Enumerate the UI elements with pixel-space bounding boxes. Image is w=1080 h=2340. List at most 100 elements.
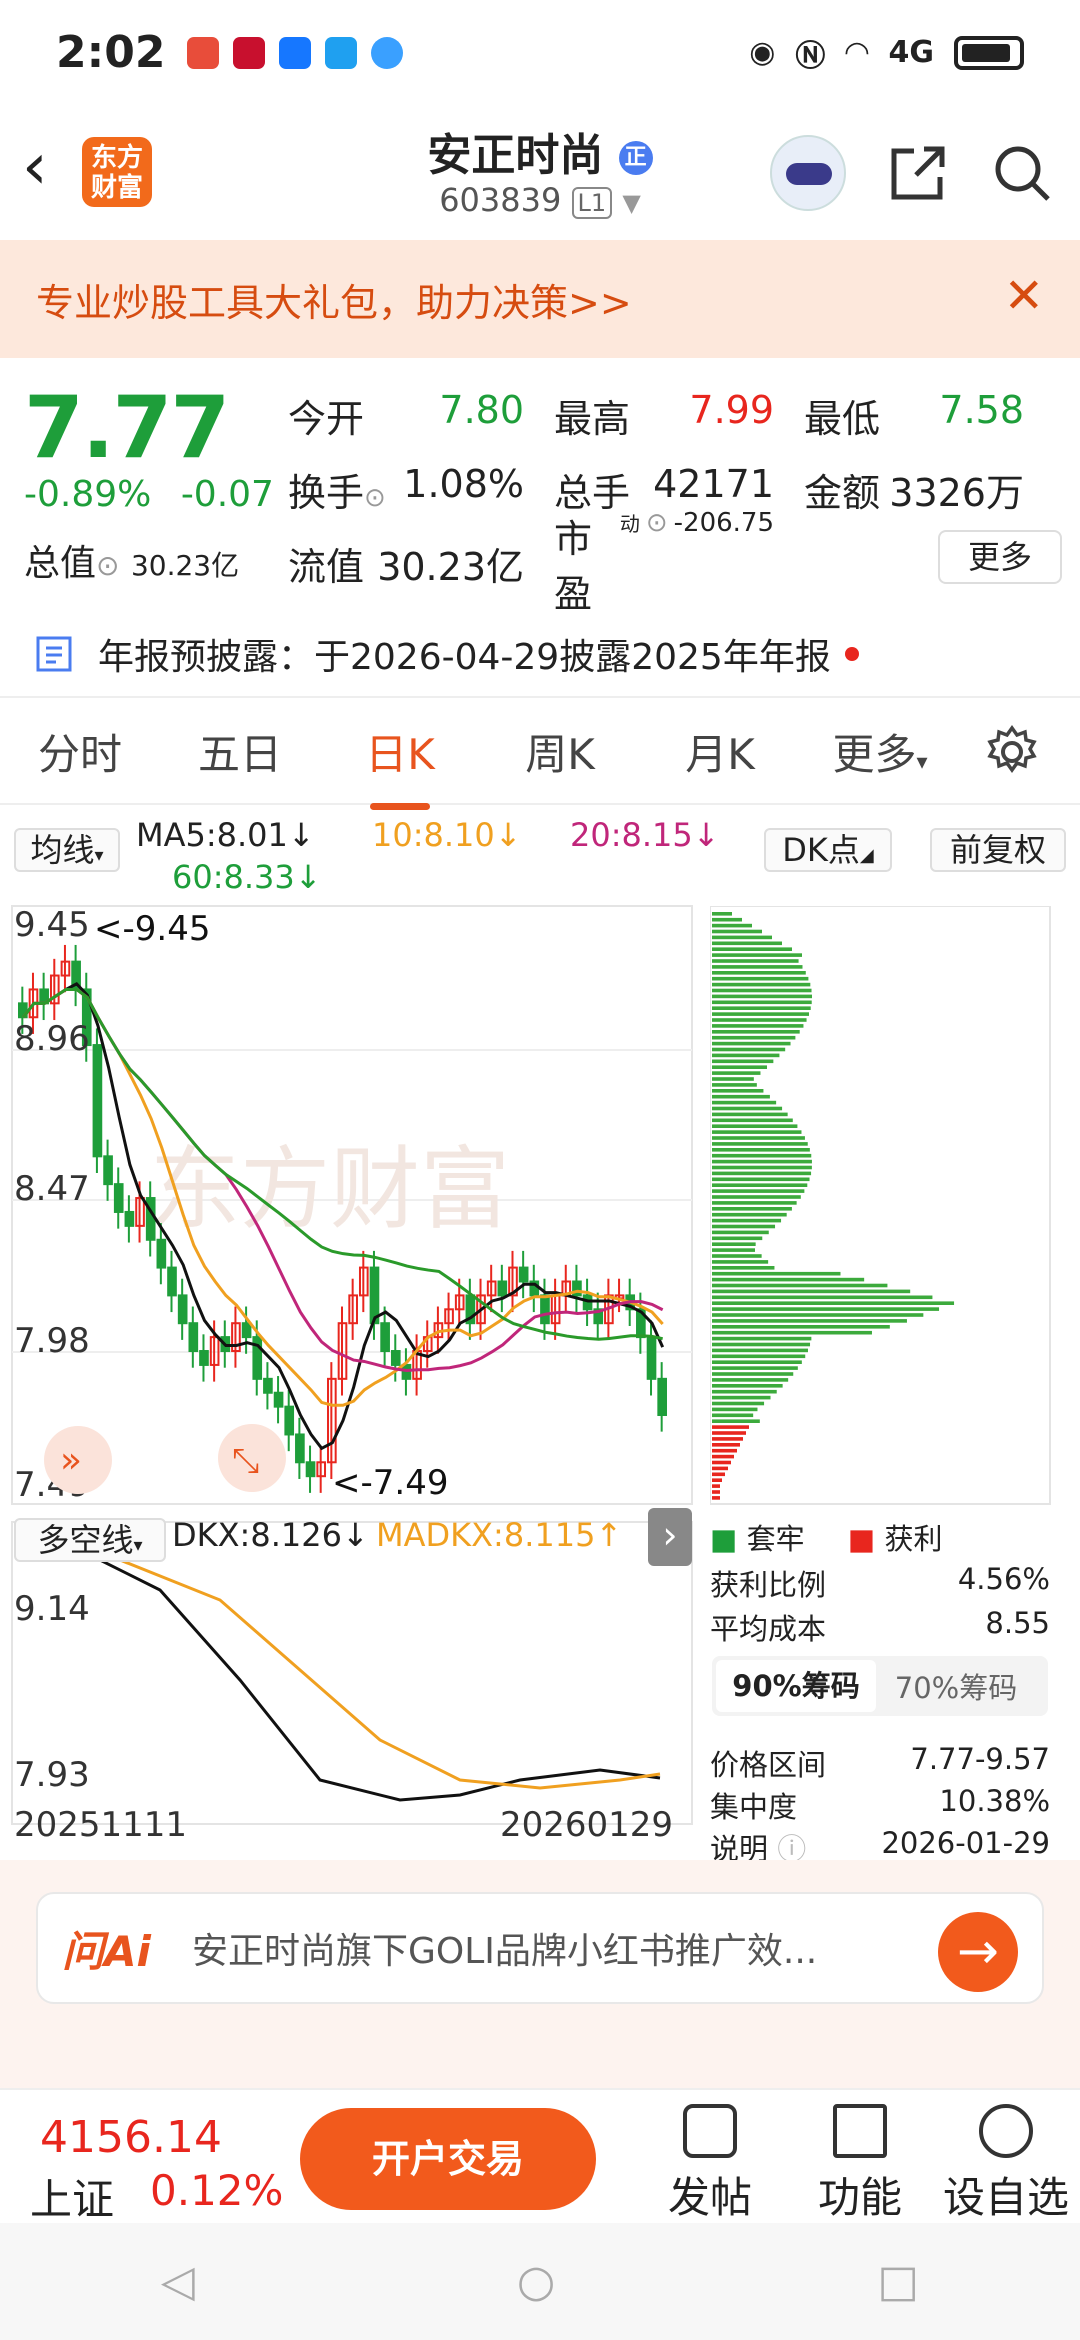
ai-suggestion-text: 安正时尚旗下GOLI品牌小红书推广效... [192, 1931, 818, 1972]
distribution-bar [712, 1030, 800, 1034]
more-button[interactable]: 更多 [938, 530, 1062, 584]
profit-ratio-label: 获利比例 [710, 1568, 827, 1602]
distribution-bar [712, 1059, 774, 1064]
distribution-bar [712, 965, 803, 969]
distribution-bar [712, 1301, 955, 1305]
hold-square-icon: ■ [710, 1522, 738, 1556]
dkx-selector[interactable]: 多空线▾ [14, 1518, 166, 1562]
distribution-bar [712, 1248, 756, 1252]
cloud-notification-icon [371, 36, 404, 69]
quote-row: 今开 7.80 最高 7.99 最低 7.58 [288, 378, 1060, 452]
total-value[interactable]: 总值⊙ 30.23亿 [24, 534, 239, 586]
nav-back-icon[interactable]: ◁ [161, 2256, 195, 2307]
app-notification-icon [187, 36, 220, 69]
low-label: 最低 [804, 396, 881, 441]
distribution-bar [712, 1212, 787, 1217]
function-button[interactable]: 功能 [790, 2104, 930, 2225]
candle [390, 1350, 401, 1366]
open-value: 7.80 [439, 387, 524, 432]
distribution-bar [712, 1189, 805, 1193]
distribution-bar [712, 1454, 734, 1459]
low-value: 7.58 [939, 387, 1024, 432]
nfc-icon: Ⓝ [795, 38, 826, 74]
distribution-bar [712, 1254, 762, 1258]
ma-indicator-row: 均线▾ MA5:8.01↓ 10:8.10↓ 20:8.15↓ 60:8.33↓… [0, 810, 1080, 900]
amount-label: 金额 [804, 470, 881, 515]
turnover-label-text: 换手 [288, 470, 365, 515]
distribution-bar [712, 1372, 794, 1376]
distribution-bar [712, 1065, 768, 1069]
tab-five-day[interactable]: 五日 [160, 721, 320, 782]
promo-banner[interactable]: 专业炒股工具大礼包，助力决策>> ✕ [0, 240, 1080, 358]
candle [646, 1336, 657, 1380]
nav-home-icon[interactable]: ○ [517, 2256, 555, 2307]
distribution-bar [712, 1266, 775, 1270]
tab-intraday[interactable]: 分时 [0, 721, 160, 782]
distribution-bar [712, 1148, 810, 1152]
add-watchlist-button[interactable]: 设自选 [936, 2104, 1076, 2225]
distribution-bar [712, 1024, 804, 1028]
kline-chart[interactable]: 东方财富 9.45 8.96 8.47 7.98 7.49 <-9.45 <-7… [0, 900, 700, 1860]
caret-down-icon: ▾ [94, 845, 104, 866]
distribution-bar [712, 1283, 888, 1288]
distribution-bar [712, 1006, 811, 1010]
turnover-value: 1.08% [403, 461, 524, 506]
tab-monthly-k[interactable]: 月K [640, 721, 800, 782]
index-name: 上证 [30, 2175, 115, 2224]
document-icon [36, 636, 72, 672]
distribution-bar [712, 1431, 746, 1435]
stock-badge-icon: 正 [618, 141, 653, 175]
share-icon[interactable] [886, 141, 950, 205]
distribution-bar [712, 941, 782, 946]
candle [540, 1294, 550, 1325]
distribution-bar [712, 1035, 796, 1040]
distribution-bar [712, 1325, 890, 1329]
open-account-trade-button[interactable]: 开户交易 [300, 2108, 596, 2210]
turnover-label[interactable]: 换手⊙ [288, 462, 386, 517]
annual-report-notice[interactable]: 年报预披露：于2026-04-29披露2025年年报 [0, 612, 1080, 698]
tab-more[interactable]: 更多▾ [800, 721, 960, 782]
distribution-bar [712, 1106, 783, 1111]
promo-text: 专业炒股工具大礼包，助力决策>> [36, 280, 632, 325]
stock-name: 安正时尚 [427, 130, 604, 181]
system-navigation-bar: ◁ ○ □ [0, 2223, 1080, 2340]
settings-gear-icon[interactable] [984, 724, 1040, 780]
dkx-line [17, 1548, 661, 1802]
status-time: 2:02 [56, 27, 166, 78]
chevron-right-icon[interactable]: › [648, 1508, 692, 1566]
distribution-bar [712, 1366, 798, 1370]
candle [305, 1461, 316, 1478]
dk-point-button[interactable]: DK点◢ [764, 828, 892, 872]
distribution-bar [712, 1018, 807, 1022]
distribution-bar [712, 1047, 786, 1052]
tab-chip-90[interactable]: 90%筹码 [716, 1660, 876, 1712]
distribution-bar [712, 994, 812, 999]
tab-weekly-k[interactable]: 周K [480, 721, 640, 782]
nav-recents-icon[interactable]: □ [877, 2256, 919, 2307]
ai-question-bar[interactable]: 问Ai 安正时尚旗下GOLI品牌小红书推广效... → [36, 1892, 1044, 2004]
robot-assistant-icon[interactable] [770, 135, 846, 211]
date-start: 20251111 [14, 1805, 187, 1845]
arrow-right-icon[interactable]: → [938, 1912, 1018, 1992]
tab-daily-k[interactable]: 日K [320, 721, 480, 810]
distribution-bar [712, 1307, 940, 1311]
distribution-bar [712, 917, 742, 922]
tab-chip-70[interactable]: 70%筹码 [876, 1665, 1036, 1707]
adjust-button[interactable]: 前复权 [930, 828, 1066, 872]
notification-icons [187, 36, 404, 69]
post-button[interactable]: 发帖 [640, 2104, 780, 2225]
ma60-value: 60:8.33↓ [172, 858, 322, 896]
distribution-bar [712, 1165, 812, 1170]
change-percent: -0.89% [24, 474, 152, 515]
ma-selector[interactable]: 均线▾ [14, 828, 120, 872]
distribution-legend: ■ 套牢 ■ 获利 [710, 1516, 943, 1558]
battery-icon [954, 35, 1024, 70]
distribution-bar [712, 1271, 841, 1276]
distribution-bar [712, 988, 812, 993]
search-icon[interactable] [990, 141, 1054, 205]
distribution-bar [712, 1378, 789, 1382]
chart-area[interactable]: 东方财富 9.45 8.96 8.47 7.98 7.49 <-9.45 <-7… [0, 900, 1080, 1866]
candle [188, 1322, 199, 1353]
candle [518, 1266, 529, 1283]
close-icon[interactable]: ✕ [1004, 268, 1044, 324]
